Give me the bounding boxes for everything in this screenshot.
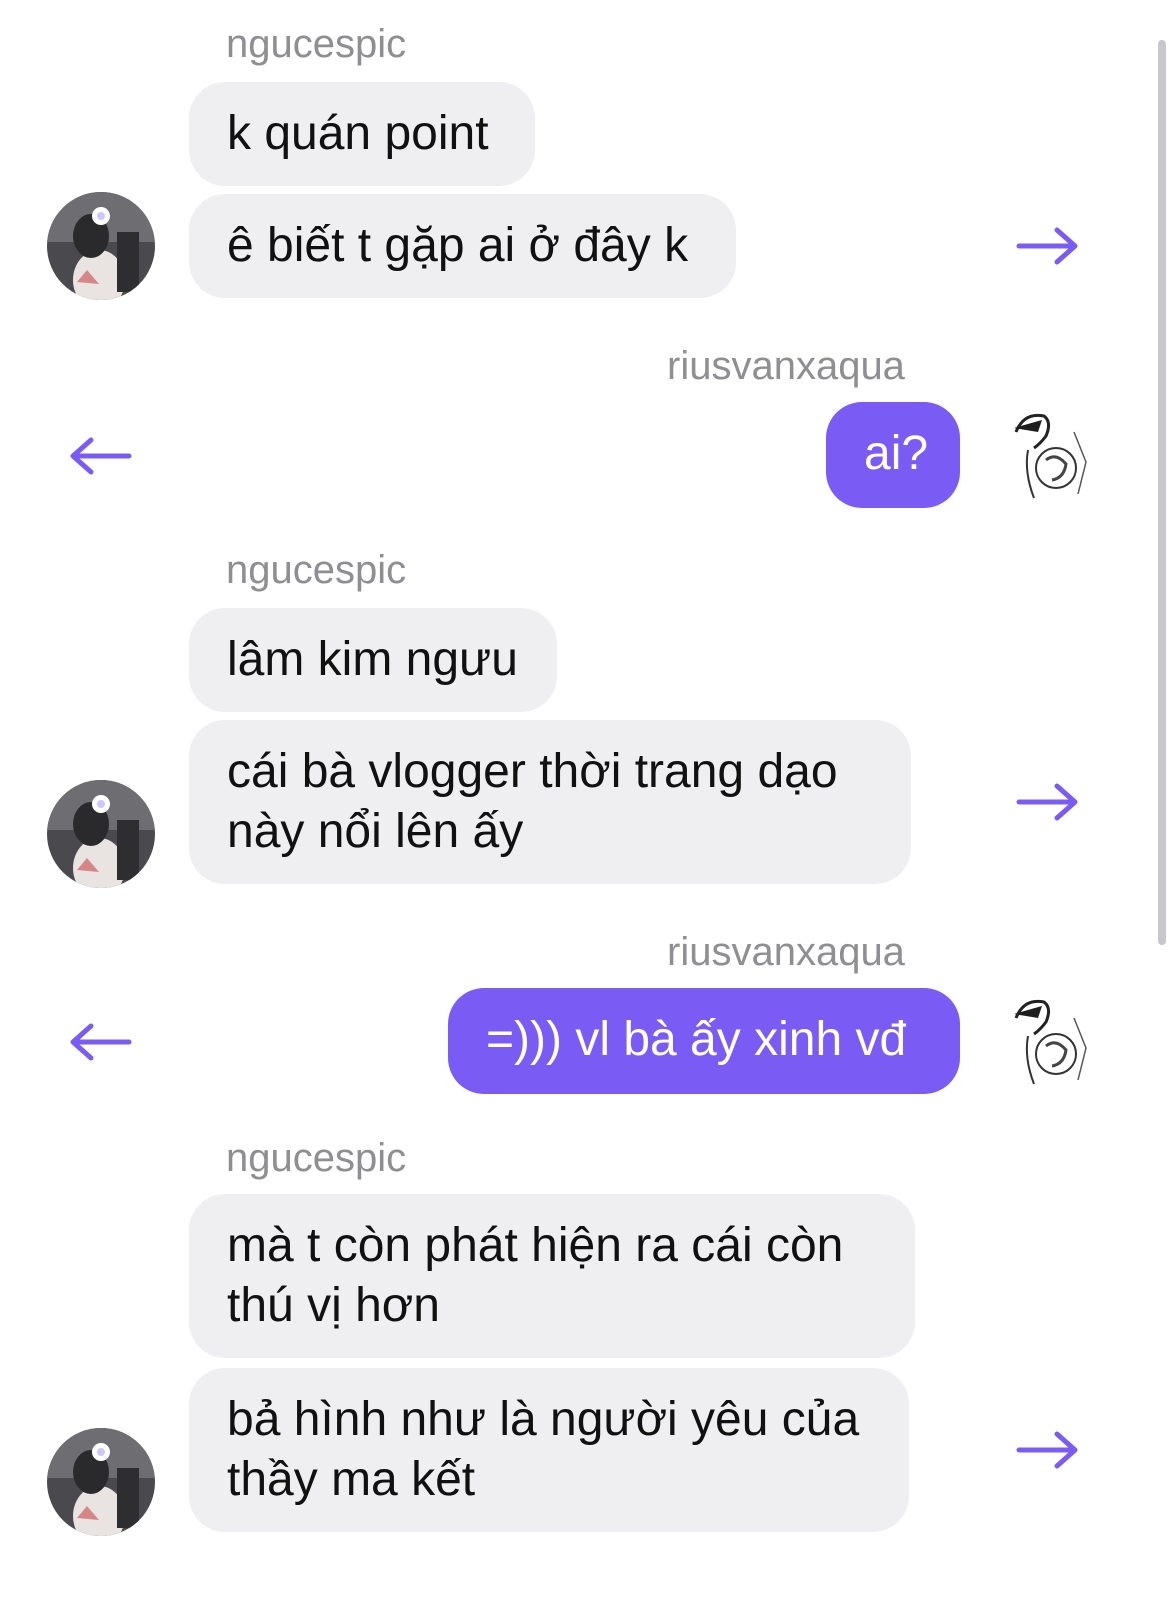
outgoing-message-bubble[interactable]: =))) vl bà ấy xinh vđ: [448, 988, 960, 1094]
incoming-message-bubble[interactable]: cái bà vlogger thời trang dạo này nổi lê…: [189, 720, 911, 884]
avatar-ngucespic[interactable]: [47, 1428, 155, 1536]
incoming-message-bubble[interactable]: lâm kim ngưu: [189, 608, 557, 712]
sender-name: ngucespic: [226, 548, 407, 592]
incoming-message-bubble[interactable]: mà t còn phát hiện ra cái còn thú vị hơn: [189, 1194, 915, 1358]
arrow-right-icon[interactable]: [1015, 226, 1081, 266]
arrow-right-icon[interactable]: [1015, 1430, 1081, 1470]
scrollbar[interactable]: [1158, 40, 1166, 945]
sender-name: ngucespic: [226, 22, 407, 66]
avatar-ngucespic[interactable]: [47, 780, 155, 888]
sender-name: riusvanxaqua: [667, 930, 905, 974]
avatar-riusvanxaqua[interactable]: [994, 402, 1102, 510]
chat-thread: ngucespic k quán point ê biết t gặp ai ở…: [0, 0, 1170, 1598]
arrow-right-icon[interactable]: [1015, 782, 1081, 822]
avatar-ngucespic[interactable]: [47, 192, 155, 300]
outgoing-message-bubble[interactable]: ai?: [826, 402, 960, 508]
arrow-left-icon[interactable]: [67, 1022, 133, 1062]
sender-name: riusvanxaqua: [667, 344, 905, 388]
incoming-message-bubble[interactable]: bả hình như là người yêu của thầy ma kết: [189, 1368, 909, 1532]
avatar-riusvanxaqua[interactable]: [994, 988, 1102, 1096]
incoming-message-bubble[interactable]: k quán point: [189, 82, 535, 186]
arrow-left-icon[interactable]: [67, 436, 133, 476]
sender-name: ngucespic: [226, 1136, 407, 1180]
incoming-message-bubble[interactable]: ê biết t gặp ai ở đây k: [189, 194, 736, 298]
